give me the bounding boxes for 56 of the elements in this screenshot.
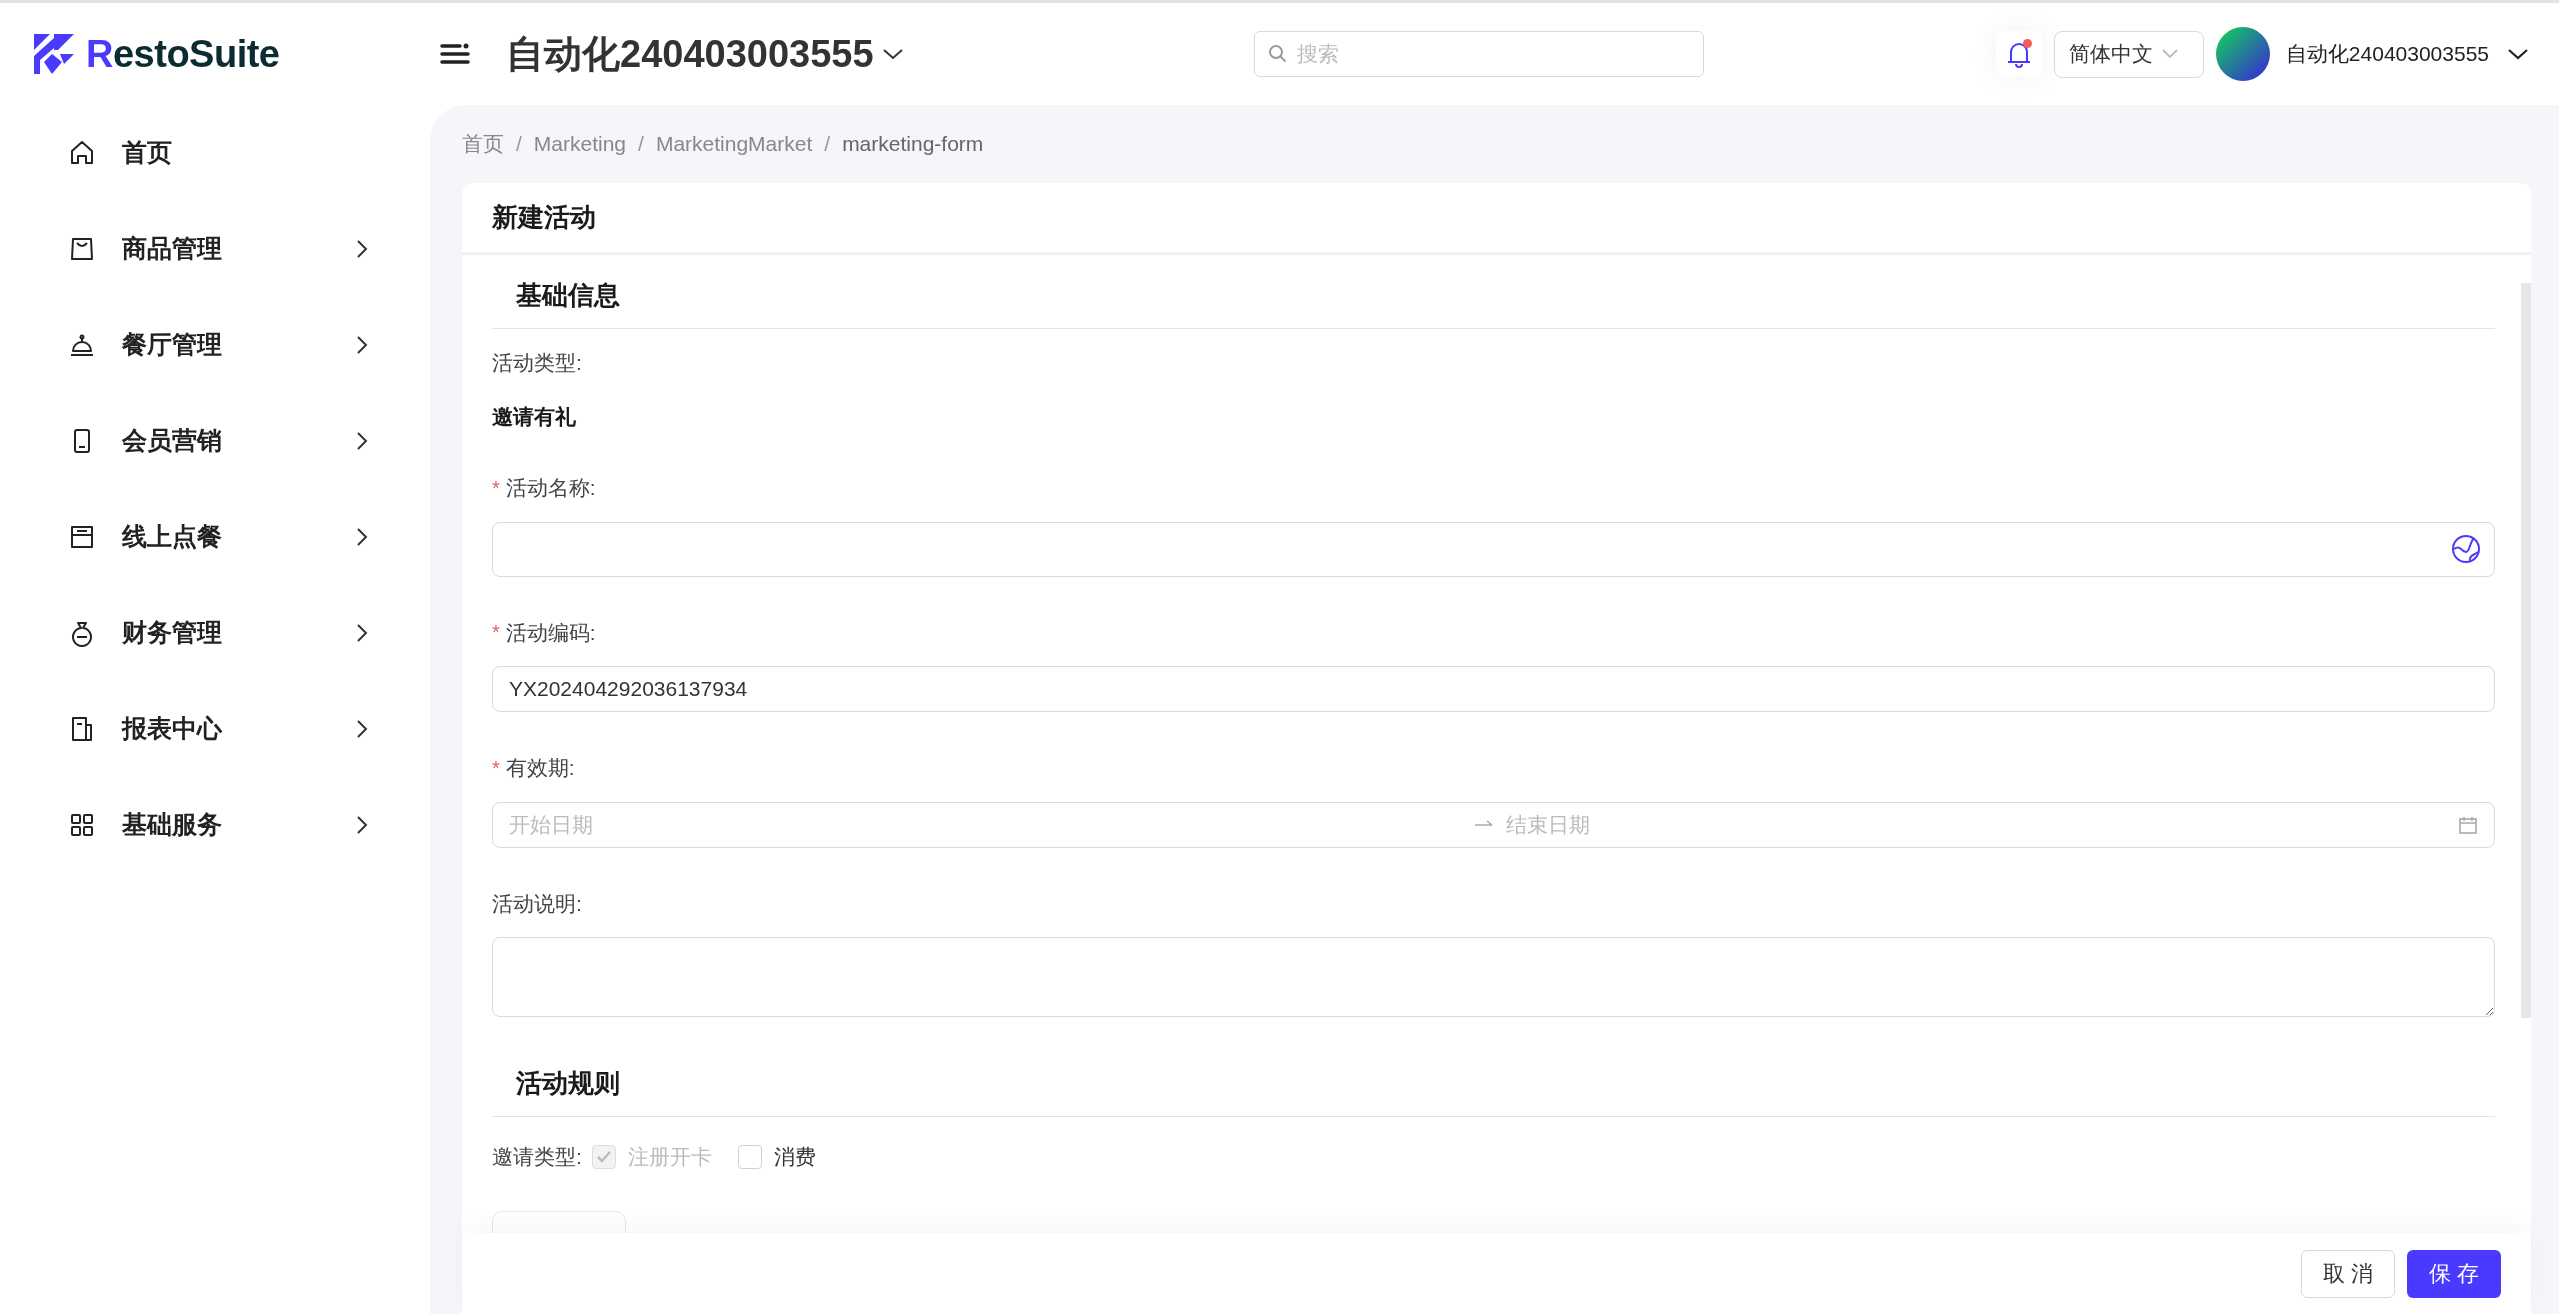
field-label: 活动类型: bbox=[492, 350, 582, 376]
field-value: 邀请有礼 bbox=[492, 403, 577, 430]
chevron-down-icon[interactable] bbox=[881, 47, 904, 61]
required-mark: * bbox=[492, 620, 500, 646]
sidebar-item[interactable]: 餐厅管理 bbox=[0, 297, 430, 393]
section-title: 活动规则 bbox=[516, 1067, 620, 1100]
user-name[interactable]: 自动化240403003555 bbox=[2285, 38, 2489, 70]
breadcrumb-separator: / bbox=[516, 131, 522, 158]
breadcrumb-separator: / bbox=[638, 131, 644, 158]
menu-icon[interactable] bbox=[440, 41, 470, 67]
menu-item-icon bbox=[68, 811, 96, 839]
checkbox-option[interactable]: 消费 bbox=[737, 1141, 816, 1173]
language-select[interactable]: 简体中文 bbox=[2053, 30, 2204, 78]
avatar[interactable] bbox=[2215, 27, 2270, 81]
form-title: 新建活动 bbox=[492, 201, 596, 234]
required-mark: * bbox=[492, 475, 500, 501]
field-label: 活动说明: bbox=[492, 890, 582, 917]
store-title[interactable]: 自动化240403003555 bbox=[506, 25, 874, 83]
field-label: 有效期: bbox=[505, 755, 575, 781]
check-icon bbox=[595, 1149, 612, 1164]
globe-icon[interactable] bbox=[2451, 533, 2481, 564]
notification-button[interactable] bbox=[1995, 31, 2042, 77]
sidebar-item[interactable]: 商品管理 bbox=[0, 201, 430, 297]
start-date-input[interactable]: 开始日期 bbox=[509, 808, 1462, 841]
field-label: 邀请类型: bbox=[492, 1144, 582, 1170]
search-icon bbox=[1267, 44, 1288, 64]
menu-item-icon bbox=[68, 139, 96, 167]
breadcrumb-link[interactable]: marketing-form bbox=[842, 128, 984, 160]
checkbox[interactable] bbox=[737, 1144, 762, 1169]
sidebar-item[interactable]: 线上点餐 bbox=[0, 489, 430, 585]
field-label: 活动名称: bbox=[505, 475, 596, 501]
code-field[interactable]: YX202404292036137934 bbox=[492, 666, 2495, 712]
sidebar-item[interactable]: 报表中心 bbox=[0, 681, 430, 777]
sidebar-item[interactable]: 财务管理 bbox=[0, 585, 430, 681]
brand-name: RestoSuite bbox=[86, 31, 280, 77]
search-field[interactable]: 搜索 bbox=[1253, 31, 1704, 77]
cancel-button[interactable]: 取消 bbox=[2301, 1249, 2395, 1298]
description-field[interactable] bbox=[492, 937, 2495, 1017]
logo-icon bbox=[34, 34, 74, 74]
date-range-field[interactable]: 开始日期 结束日期 bbox=[492, 801, 2495, 848]
sidebar-item[interactable]: 首页 bbox=[0, 105, 430, 201]
chevron-down-icon bbox=[2160, 48, 2179, 60]
end-date-input[interactable]: 结束日期 bbox=[1505, 808, 2458, 841]
name-field[interactable] bbox=[492, 521, 2495, 577]
menu-item-icon bbox=[68, 235, 96, 263]
field-label: 活动编码: bbox=[505, 619, 596, 646]
sidebar-item[interactable]: 会员营销 bbox=[0, 393, 430, 489]
sidebar-item[interactable]: 基础服务 bbox=[0, 777, 430, 873]
chevron-down-icon[interactable] bbox=[2507, 47, 2529, 61]
scrollbar[interactable] bbox=[2521, 283, 2531, 1018]
section-title: 基础信息 bbox=[516, 279, 620, 312]
breadcrumb-separator: / bbox=[824, 131, 831, 158]
required-mark: * bbox=[492, 755, 500, 781]
menu-item-icon bbox=[68, 523, 96, 551]
calendar-icon bbox=[2458, 814, 2478, 835]
save-button[interactable]: 保存 bbox=[2407, 1249, 2501, 1298]
